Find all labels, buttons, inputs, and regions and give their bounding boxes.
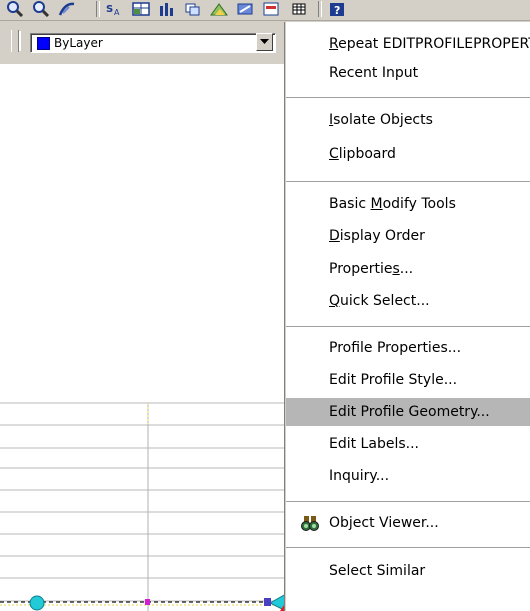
check-icon[interactable] [260,0,282,17]
menu-item-label: Object Viewer... [329,515,439,531]
menu-item-edit-profile-style[interactable]: Edit Profile Style... [286,366,530,394]
menu-item-select-similar[interactable]: Select Similar [286,557,530,585]
menu-item-properties[interactable]: Properties... [286,255,530,283]
menu-item-quick-select[interactable]: Quick Select... [286,287,530,315]
profile-view-graphic [0,402,290,611]
svg-text:?: ? [334,4,340,17]
menu-item-label: Edit Profile Geometry... [329,404,490,420]
menu-separator [286,97,530,98]
menu-separator [286,326,530,327]
color-control-value: ByLayer [54,36,103,50]
menu-item-object-viewer[interactable]: Object Viewer... [286,509,530,537]
context-menu: Repeat EDITPROFILEPROPERTIES Recent Inpu… [285,22,530,611]
menu-item-label: Recent Input [329,65,419,81]
chevron-down-icon [260,39,269,44]
binoculars-icon [300,514,320,532]
menu-item-label: Select Similar [329,563,426,579]
grid-icon[interactable] [288,0,310,17]
drawing-canvas[interactable] [0,64,290,611]
text-style-icon[interactable]: SA [104,0,126,17]
menu-item-label: Quick Select... [329,293,430,309]
zoom-window-icon[interactable] [30,0,52,17]
menu-item-label: Edit Profile Style... [329,372,458,388]
help-icon[interactable]: ? [326,0,348,17]
zoom-realtime-icon[interactable] [4,0,26,17]
menu-item-label: Profile Properties... [329,340,462,356]
autocad-window: SA ? ByLayer Repeat EDITPROFILEPROPER Re… [0,0,530,611]
color-swatch [37,37,50,50]
toolbar-separator [318,1,322,17]
menu-item-label: Isolate Objects [329,112,433,128]
pan-icon[interactable] [56,0,78,17]
svg-text:S: S [106,4,113,15]
menu-item-label: Inquiry... [329,468,390,484]
layer-icon[interactable] [182,0,204,17]
menu-separator [286,501,530,502]
table-icon[interactable] [130,0,152,17]
toolbar-grip[interactable] [11,30,19,52]
menu-item-clipboard[interactable]: Clipboard [286,140,530,168]
menu-item-label: Clipboard [329,146,396,162]
menu-item-repeat-editprofileproperties[interactable]: Repeat EDITPROFILEPROPERTIES [286,30,530,58]
toolbar-separator [96,1,100,17]
menu-item-label: Basic Modify Tools [329,196,456,212]
menu-item-recent-input[interactable]: Recent Input [286,59,530,87]
menu-separator [286,181,530,182]
color-dropdown-button[interactable] [256,33,273,51]
survey-icon[interactable] [208,0,230,17]
menu-item-profile-properties[interactable]: Profile Properties... [286,334,530,362]
standard-toolbar: SA ? [0,0,530,21]
menu-item-label: Edit Labels... [329,436,419,452]
chart-icon[interactable] [156,0,178,17]
menu-item-basic-modify-tools[interactable]: Basic Modify Tools [286,190,530,218]
menu-item-label: Properties... [329,261,414,277]
edit-icon[interactable] [234,0,256,17]
menu-item-edit-labels[interactable]: Edit Labels... [286,430,530,458]
menu-item-isolate-objects[interactable]: Isolate Objects [286,106,530,134]
menu-separator [286,547,530,548]
menu-item-label: Repeat EDITPROFILEPROPERTIES [329,36,530,52]
color-control-dropdown[interactable]: ByLayer [30,33,276,53]
svg-text:A: A [114,8,120,17]
menu-item-inquiry[interactable]: Inquiry... [286,462,530,490]
menu-item-display-order[interactable]: Display Order [286,222,530,250]
menu-item-edit-profile-geometry[interactable]: Edit Profile Geometry... [286,398,530,426]
menu-item-label: Display Order [329,228,425,244]
